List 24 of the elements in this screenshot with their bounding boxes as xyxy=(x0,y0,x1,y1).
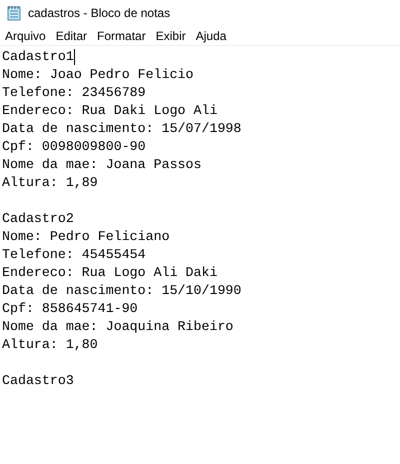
text-line: Data de nascimento: 15/07/1998 xyxy=(2,120,242,138)
text-line: Nome: Pedro Feliciano xyxy=(2,228,170,246)
menu-item[interactable]: Ajuda xyxy=(190,26,232,44)
menu-item[interactable]: Arquivo xyxy=(0,26,51,44)
window-title: cadastros - Bloco de notas xyxy=(28,5,170,22)
text-line: Nome da mae: Joana Passos xyxy=(2,156,202,174)
menu-item[interactable]: Exibir xyxy=(150,26,191,44)
text-line: Nome da mae: Joaquina Ribeiro xyxy=(2,318,234,336)
text-line: Cadastro3 xyxy=(2,372,74,390)
text-line: Telefone: 23456789 xyxy=(2,84,146,102)
menu-item[interactable]: Formatar xyxy=(92,26,151,44)
text-line: Endereco: Rua Daki Logo Ali xyxy=(2,102,218,120)
text-line: Data de nascimento: 15/10/1990 xyxy=(2,282,242,300)
text-line: Cpf: 0098009800-90 xyxy=(2,138,146,156)
text-line: Cadastro1 xyxy=(2,48,74,66)
menu-item[interactable]: Editar xyxy=(50,26,92,44)
text-line: Endereco: Rua Logo Ali Daki xyxy=(2,264,218,282)
text-line: Altura: 1,89 xyxy=(2,174,98,192)
text-line: Telefone: 45455454 xyxy=(2,246,146,264)
text-line: Nome: Joao Pedro Felicio xyxy=(2,66,194,84)
text-line: Cpf: 858645741-90 xyxy=(2,300,138,318)
notepad-icon xyxy=(6,5,22,21)
text-line: Altura: 1,80 xyxy=(2,336,98,354)
text-line: Cadastro2 xyxy=(2,210,74,228)
